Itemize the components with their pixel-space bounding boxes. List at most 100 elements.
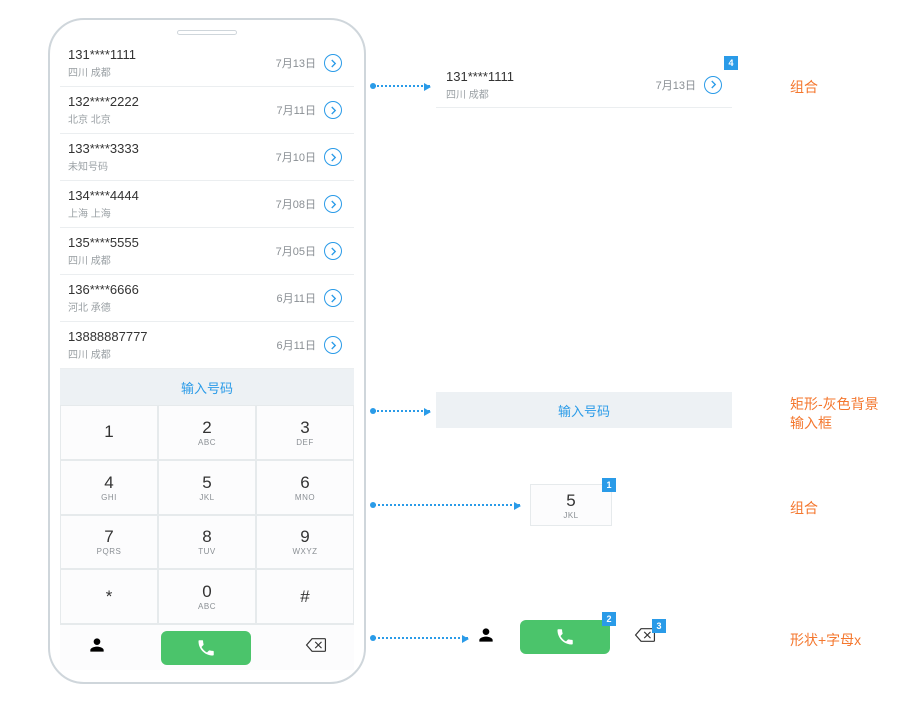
chevron-right-icon[interactable] (324, 336, 342, 354)
call-number: 13888887777 (68, 329, 276, 344)
call-location: 四川 成都 (68, 346, 276, 361)
key-digit: 6 (300, 473, 309, 493)
anno-key-letters: JKL (563, 511, 578, 520)
bottom-bar (60, 624, 354, 670)
key-digit: 0 (202, 582, 211, 602)
keypad-key-5[interactable]: 5JKL (158, 460, 256, 515)
anno-call-date: 7月13日 (656, 77, 696, 93)
anno-call-number: 131****1111 (446, 69, 656, 84)
chevron-right-icon[interactable] (324, 289, 342, 307)
label-combination-2: 组合 (790, 498, 818, 518)
chevron-right-icon[interactable] (324, 195, 342, 213)
call-row[interactable]: 131****1111 四川 成都7月13日 (60, 40, 354, 87)
annotation-call-row: 131****1111 四川 成都 7月13日 (436, 62, 732, 108)
label-rect-bg: 矩形-灰色背景 (790, 394, 879, 414)
anno-contacts-icon[interactable] (476, 625, 496, 650)
call-number: 132****2222 (68, 94, 276, 109)
key-letters: MNO (295, 493, 315, 502)
call-date: 7月10日 (276, 149, 316, 165)
keypad-key-#[interactable]: # (256, 569, 354, 624)
call-location: 四川 成都 (68, 252, 276, 267)
annotation-key[interactable]: 5 JKL (530, 484, 612, 526)
key-digit: 8 (202, 527, 211, 547)
call-row[interactable]: 136****6666河北 承德6月11日 (60, 275, 354, 322)
call-date: 7月08日 (276, 196, 316, 212)
call-number: 134****4444 (68, 188, 276, 203)
dial-keypad: 12ABC3DEF4GHI5JKL6MNO7PQRS8TUV9WXYZ*0ABC… (60, 405, 354, 624)
call-row[interactable]: 133****3333 未知号码7月10日 (60, 134, 354, 181)
key-letters: DEF (296, 438, 314, 447)
call-date: 6月11日 (276, 290, 316, 306)
label-shape-x: 形状+字母x (790, 630, 861, 650)
backspace-icon[interactable] (305, 637, 327, 658)
call-date: 7月11日 (276, 102, 316, 118)
annotation-input-bar[interactable]: 输入号码 (436, 392, 732, 428)
key-digit: 5 (202, 473, 211, 493)
chevron-right-icon[interactable] (324, 101, 342, 119)
keypad-key-9[interactable]: 9WXYZ (256, 515, 354, 570)
badge-2: 2 (602, 612, 616, 626)
keypad-key-8[interactable]: 8TUV (158, 515, 256, 570)
call-button[interactable] (161, 631, 251, 665)
anno-input-text: 输入号码 (558, 401, 610, 420)
call-number: 131****1111 (68, 47, 276, 62)
call-row[interactable]: 132****2222 北京 北京7月11日 (60, 87, 354, 134)
annotation-bottom-bar: 2 3 (476, 620, 656, 654)
key-letters: WXYZ (292, 547, 317, 556)
number-input-bar[interactable]: 输入号码 (60, 369, 354, 405)
arrow-3 (374, 504, 520, 506)
phone-frame: 131****1111四川 成都7月13日132****2222北京 北京7月1… (48, 18, 366, 684)
key-digit: 2 (202, 418, 211, 438)
arrow-1 (374, 85, 430, 87)
call-number: 133****3333 (68, 141, 276, 156)
label-input-box: 输入框 (790, 413, 832, 433)
keypad-key-0[interactable]: 0ABC (158, 569, 256, 624)
anno-call-location: 四川 成都 (446, 86, 656, 101)
keypad-key-4[interactable]: 4GHI (60, 460, 158, 515)
number-input-placeholder: 输入号码 (181, 378, 233, 397)
phone-screen: 131****1111四川 成都7月13日132****2222北京 北京7月1… (60, 40, 354, 670)
keypad-key-7[interactable]: 7PQRS (60, 515, 158, 570)
call-date: 7月05日 (276, 243, 316, 259)
anno-call-button[interactable] (520, 620, 610, 654)
call-row[interactable]: 135****5555 四川 成都7月05日 (60, 228, 354, 275)
call-location: 上海 上海 (68, 205, 276, 220)
chevron-right-icon[interactable] (324, 148, 342, 166)
contacts-icon[interactable] (87, 635, 107, 660)
key-letters: GHI (101, 493, 117, 502)
call-row[interactable]: 134****4444 上海 上海7月08日 (60, 181, 354, 228)
call-number: 135****5555 (68, 235, 276, 250)
keypad-key-6[interactable]: 6MNO (256, 460, 354, 515)
keypad-key-1[interactable]: 1 (60, 405, 158, 460)
arrow-4 (374, 637, 468, 639)
call-number: 136****6666 (68, 282, 276, 297)
badge-3: 3 (652, 619, 666, 633)
call-date: 6月11日 (276, 337, 316, 353)
arrow-2 (374, 410, 430, 412)
key-letters: JKL (199, 493, 214, 502)
call-location: 北京 北京 (68, 111, 276, 126)
key-letters: ABC (198, 602, 216, 611)
label-combination-1: 组合 (790, 77, 818, 97)
key-letters: TUV (198, 547, 216, 556)
key-digit: 1 (104, 422, 113, 442)
call-row[interactable]: 13888887777 四川 成都6月11日 (60, 322, 354, 369)
call-location: 四川 成都 (68, 64, 276, 79)
badge-1: 1 (602, 478, 616, 492)
key-digit: * (106, 587, 113, 607)
call-location: 未知号码 (68, 158, 276, 173)
keypad-key-*[interactable]: * (60, 569, 158, 624)
key-letters: ABC (198, 438, 216, 447)
chevron-right-icon[interactable] (324, 54, 342, 72)
anno-key-digit: 5 (566, 491, 575, 511)
chevron-right-icon[interactable] (324, 242, 342, 260)
key-digit: 4 (104, 473, 113, 493)
anno-chevron-icon[interactable] (704, 76, 722, 94)
call-date: 7月13日 (276, 55, 316, 71)
keypad-key-3[interactable]: 3DEF (256, 405, 354, 460)
key-digit: # (300, 587, 309, 607)
keypad-key-2[interactable]: 2ABC (158, 405, 256, 460)
key-digit: 7 (104, 527, 113, 547)
call-list: 131****1111四川 成都7月13日132****2222北京 北京7月1… (60, 40, 354, 369)
key-digit: 9 (300, 527, 309, 547)
